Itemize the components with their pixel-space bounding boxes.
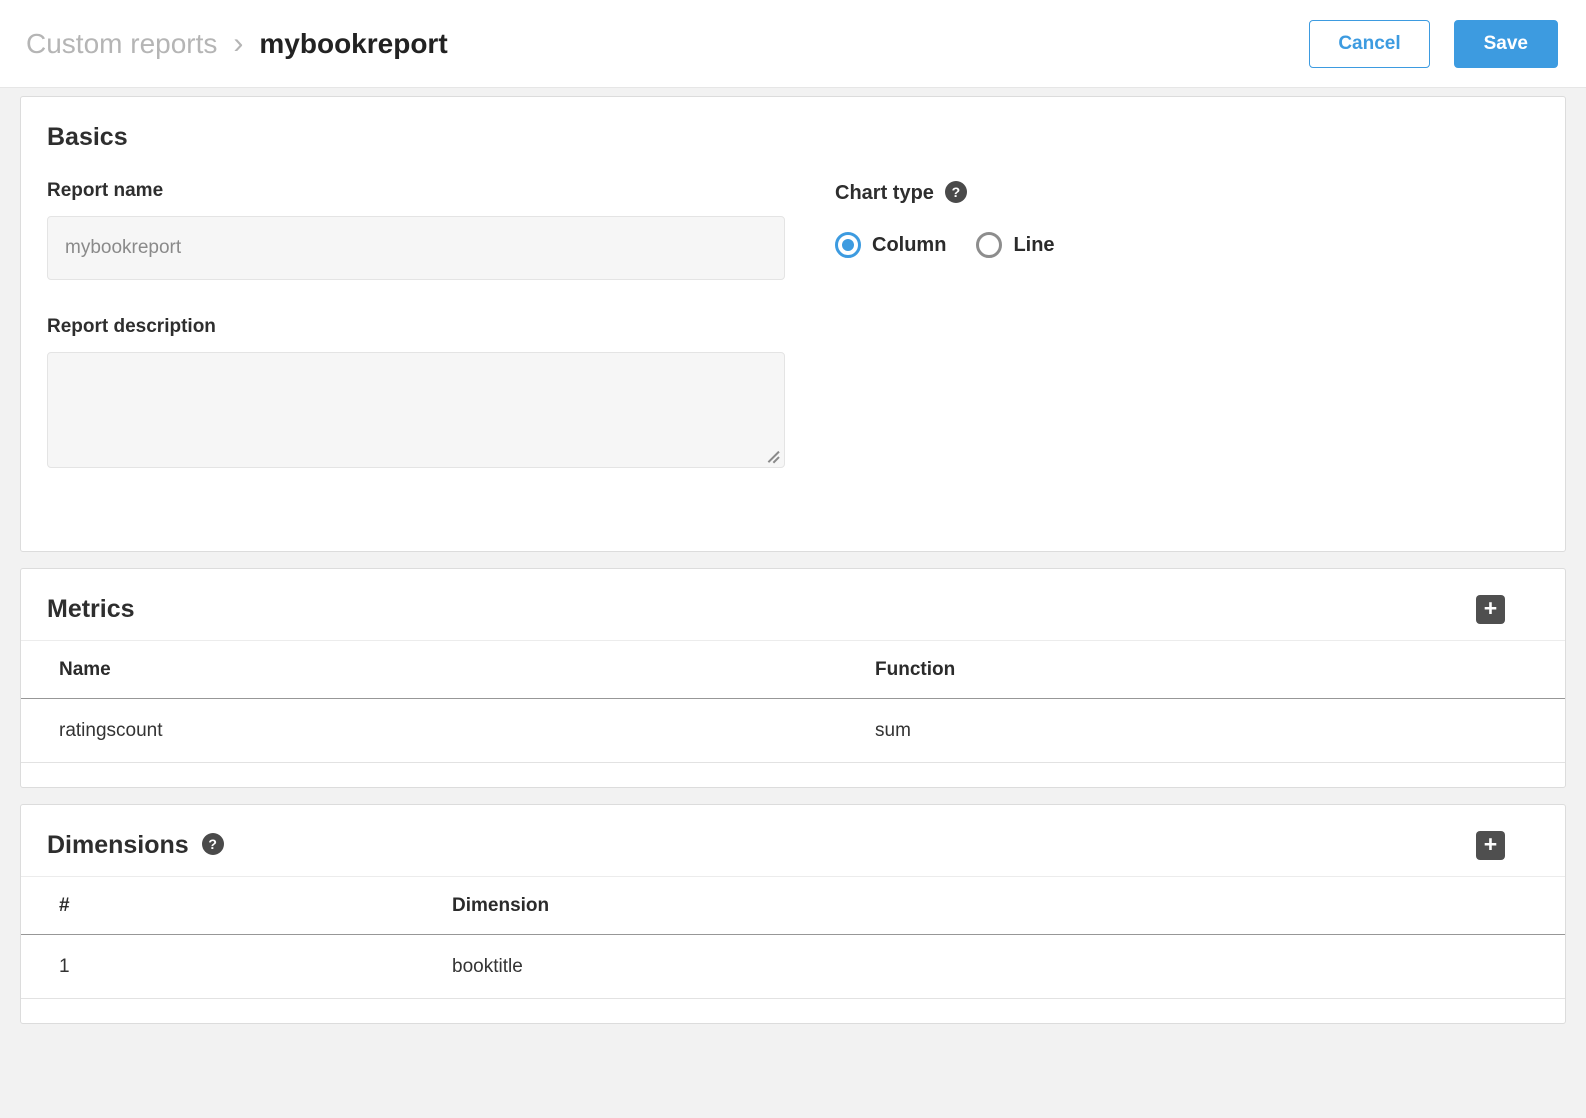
add-metric-button[interactable]: + xyxy=(1476,595,1505,624)
chart-type-help-icon[interactable]: ? xyxy=(945,181,967,203)
main-content: Basics Report name Report description Ch… xyxy=(0,88,1586,1066)
dimension-index-cell: 1 xyxy=(21,935,414,999)
chart-type-option-line[interactable]: Line xyxy=(976,232,1054,258)
chevron-right-icon: › xyxy=(233,29,243,59)
add-dimension-button[interactable]: + xyxy=(1476,831,1505,860)
dimensions-help-icon[interactable]: ? xyxy=(202,833,224,855)
basics-right-column: Chart type ? Column Line xyxy=(835,180,1055,473)
basics-title: Basics xyxy=(47,123,1539,152)
dimensions-card-header-left: Dimensions ? xyxy=(47,831,224,860)
chart-type-label: Chart type xyxy=(835,182,934,205)
report-description-wrap xyxy=(47,352,785,473)
chart-type-option-column-label: Column xyxy=(872,234,946,257)
metric-name-cell: ratingscount xyxy=(21,699,837,763)
report-name-input[interactable] xyxy=(47,216,785,280)
metrics-card: Metrics + Name Function ratingscount xyxy=(20,568,1566,788)
metrics-card-header-left: Metrics xyxy=(47,595,135,624)
dimensions-title: Dimensions xyxy=(47,831,189,860)
dimensions-card: Dimensions ? + # Dimension 1 xyxy=(20,804,1566,1024)
chart-type-option-column[interactable]: Column xyxy=(835,232,946,258)
top-header: Custom reports › mybookreport Cancel Sav… xyxy=(0,0,1586,88)
cancel-button[interactable]: Cancel xyxy=(1309,20,1429,68)
metrics-title: Metrics xyxy=(47,595,135,624)
dimension-name-cell: booktitle xyxy=(414,935,1565,999)
metrics-table: Name Function ratingscount sum xyxy=(21,640,1565,763)
custom-report-editor-page: Custom reports › mybookreport Cancel Sav… xyxy=(0,0,1586,1066)
chart-type-option-line-label: Line xyxy=(1013,234,1054,257)
table-row[interactable]: ratingscount sum xyxy=(21,699,1565,763)
chart-type-options: Column Line xyxy=(835,232,1055,258)
metrics-card-header: Metrics + xyxy=(21,569,1565,640)
breadcrumb-current-report-name: mybookreport xyxy=(259,28,447,60)
save-button[interactable]: Save xyxy=(1454,20,1558,68)
metrics-column-name: Name xyxy=(21,641,837,699)
radio-selected-icon[interactable] xyxy=(835,232,861,258)
dimensions-table: # Dimension 1 booktitle xyxy=(21,876,1565,999)
report-description-label: Report description xyxy=(47,316,785,338)
dimensions-table-header-row: # Dimension xyxy=(21,877,1565,935)
resize-handle-icon[interactable] xyxy=(766,450,780,464)
table-row[interactable]: 1 booktitle xyxy=(21,935,1565,999)
breadcrumb-custom-reports-link[interactable]: Custom reports xyxy=(26,28,217,60)
basics-left-column: Report name Report description xyxy=(47,180,785,473)
report-name-label: Report name xyxy=(47,180,785,202)
dimensions-column-dimension: Dimension xyxy=(414,877,1565,935)
dimensions-column-index: # xyxy=(21,877,414,935)
radio-unselected-icon[interactable] xyxy=(976,232,1002,258)
plus-icon: + xyxy=(1484,833,1497,856)
metrics-table-header-row: Name Function xyxy=(21,641,1565,699)
plus-icon: + xyxy=(1484,597,1497,620)
metrics-column-function: Function xyxy=(837,641,1565,699)
breadcrumb: Custom reports › mybookreport xyxy=(26,28,448,60)
report-description-textarea[interactable] xyxy=(47,352,785,468)
basics-grid: Report name Report description Chart typ… xyxy=(47,180,1539,473)
header-actions: Cancel Save xyxy=(1309,20,1558,68)
metric-function-cell: sum xyxy=(837,699,1565,763)
basics-card: Basics Report name Report description Ch… xyxy=(20,96,1566,552)
chart-type-header: Chart type ? xyxy=(835,182,1055,205)
dimensions-card-header: Dimensions ? + xyxy=(21,805,1565,876)
